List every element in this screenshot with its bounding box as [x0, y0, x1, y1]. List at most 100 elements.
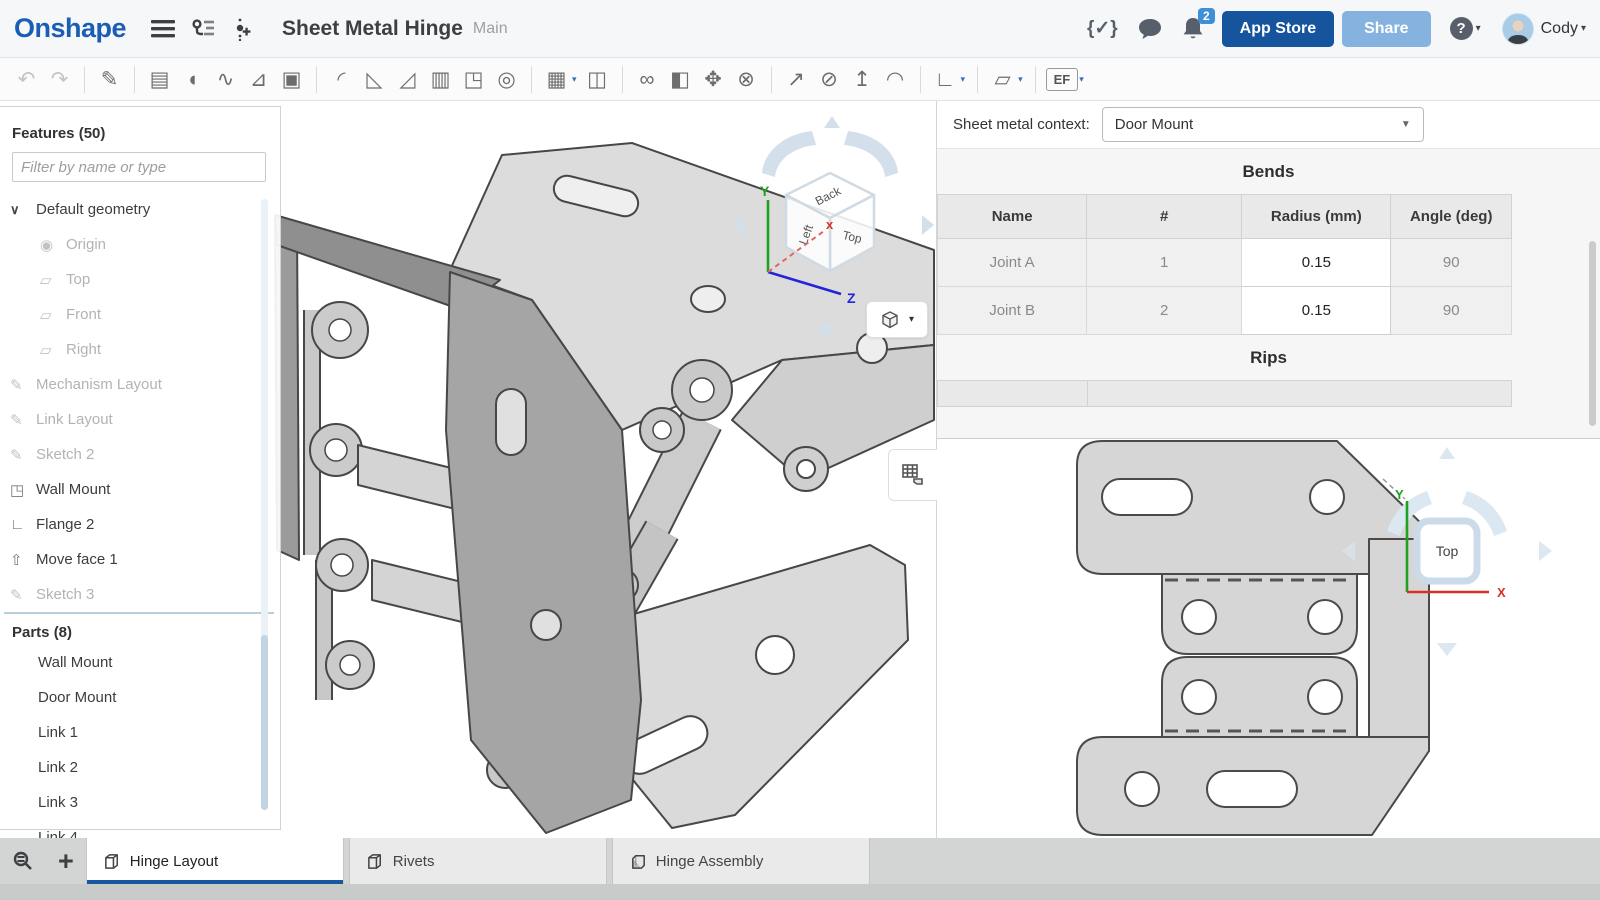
feature-type-icon: ✎ — [10, 376, 36, 394]
part-studio-icon — [366, 852, 385, 871]
part-item[interactable]: Wall Mount — [0, 645, 280, 680]
bend-radius-input[interactable]: 0.15 — [1242, 287, 1391, 335]
flat-pattern-toggle-button[interactable] — [888, 449, 937, 501]
user-avatar[interactable] — [1502, 13, 1534, 45]
part-item[interactable]: Door Mount — [0, 680, 280, 715]
chevron-down-icon[interactable]: ▾ — [961, 74, 966, 85]
feature-tree: ∨ Default geometry ◉ Origin ▱ Top — [0, 192, 280, 612]
feature-type-icon: ∨ — [10, 202, 36, 218]
custom-feature-ef-button[interactable]: EF — [1046, 68, 1079, 91]
comments-icon[interactable] — [1137, 17, 1163, 41]
share-button[interactable]: Share — [1342, 11, 1430, 47]
panel-scrollbar-thumb[interactable] — [1589, 241, 1596, 426]
part-item[interactable]: Link 2 — [0, 750, 280, 785]
app-header: Onshape Sheet Metal Hinge Main {✓} 2 App… — [0, 0, 1600, 58]
axis-x-label: X — [1497, 585, 1506, 600]
mirror-icon[interactable]: ◫ — [581, 69, 614, 90]
sheet-metal-context-select[interactable]: Door Mount ▼ — [1102, 107, 1424, 142]
toolbar-divider — [622, 66, 623, 93]
sketch-icon[interactable]: ✎ — [93, 69, 126, 90]
table-row: Joint B 2 0.15 90 — [938, 287, 1512, 335]
onshape-logo[interactable]: Onshape — [14, 13, 126, 44]
featurescript-icon[interactable]: {✓} — [1087, 17, 1118, 40]
shell-icon[interactable]: ◳ — [457, 69, 490, 90]
delete-part-icon[interactable]: ⊗ — [730, 69, 763, 90]
search-tabs-icon[interactable] — [12, 849, 40, 873]
linear-pattern-icon[interactable]: ▦ — [540, 69, 573, 90]
parts-scrollbar-thumb[interactable] — [261, 635, 268, 810]
fillet-icon[interactable]: ◜ — [325, 69, 358, 90]
bends-col-radius: Radius (mm) — [1242, 195, 1391, 239]
sweep-icon[interactable]: ∿ — [209, 69, 242, 90]
chevron-down-icon[interactable]: ▾ — [1079, 74, 1084, 85]
feature-move-face-1[interactable]: ⇧ Move face 1 — [0, 542, 280, 577]
extrude-icon[interactable]: ▤ — [143, 69, 176, 90]
loft-icon[interactable]: ⊿ — [242, 69, 275, 90]
view-options-button[interactable]: ▾ — [866, 301, 928, 338]
delete-face-icon[interactable]: ⊘ — [813, 69, 846, 90]
feature-plane-front[interactable]: ▱ Front — [0, 297, 280, 332]
feature-default-geometry[interactable]: ∨ Default geometry — [0, 192, 280, 227]
feature-flange-2[interactable]: ∟ Flange 2 — [0, 507, 280, 542]
hole-icon[interactable]: ◎ — [490, 69, 523, 90]
feature-filter-input[interactable] — [12, 152, 266, 182]
feature-link-layout[interactable]: ✎ Link Layout — [0, 402, 280, 437]
rib-icon[interactable]: ▥ — [424, 69, 457, 90]
feature-type-icon: ✎ — [10, 586, 36, 604]
main-menu-icon[interactable] — [146, 12, 180, 46]
tab-rivets[interactable]: Rivets — [349, 838, 607, 884]
help-icon[interactable]: ? — [1450, 17, 1473, 40]
bend-radius-input[interactable]: 0.15 — [1242, 239, 1391, 287]
flat-pattern-grid-icon — [900, 462, 926, 488]
rollback-bar[interactable] — [4, 612, 274, 614]
insert-new-element-icon[interactable] — [226, 12, 260, 46]
add-tab-button[interactable]: + — [58, 848, 74, 875]
feature-sketch-2[interactable]: ✎ Sketch 2 — [0, 437, 280, 472]
tab-hinge-layout[interactable]: Hinge Layout — [86, 838, 344, 884]
revolve-icon[interactable]: ◖ — [176, 69, 209, 90]
chamfer-icon[interactable]: ◺ — [358, 69, 391, 90]
feature-origin[interactable]: ◉ Origin — [0, 227, 280, 262]
thicken-icon[interactable]: ▣ — [275, 69, 308, 90]
user-menu[interactable]: Cody — [1541, 20, 1578, 38]
replace-face-icon[interactable]: ↥ — [846, 69, 879, 90]
app-store-button[interactable]: App Store — [1222, 11, 1334, 47]
part-item[interactable]: Link 3 — [0, 785, 280, 820]
sheet-metal-context-label: Sheet metal context: — [953, 116, 1090, 133]
draft-icon[interactable]: ◿ — [391, 69, 424, 90]
workspace-name[interactable]: Main — [473, 20, 508, 38]
flat-pattern-view[interactable]: Top Y X — [937, 438, 1600, 840]
tab-hinge-assembly[interactable]: Hinge Assembly — [612, 838, 870, 884]
redo-icon[interactable]: ↷ — [43, 69, 76, 90]
modify-fillet-icon[interactable]: ◠ — [879, 69, 912, 90]
move-face-icon[interactable]: ↗ — [780, 69, 813, 90]
feature-scrollbar-track[interactable] — [261, 199, 268, 699]
feature-plane-right[interactable]: ▱ Right — [0, 332, 280, 367]
transform-icon[interactable]: ✥ — [697, 69, 730, 90]
axis-z-label: Z — [847, 290, 856, 306]
sheet-metal-model-icon[interactable]: ▱ — [986, 69, 1019, 90]
feature-plane-top[interactable]: ▱ Top — [0, 262, 280, 297]
split-icon[interactable]: ◧ — [664, 69, 697, 90]
feature-type-icon: ⇧ — [10, 551, 36, 569]
axis-y-label: Y — [1395, 487, 1404, 502]
chevron-down-icon[interactable]: ▾ — [1018, 74, 1023, 85]
chevron-down-icon[interactable]: ▾ — [572, 74, 577, 85]
versions-history-icon[interactable] — [186, 12, 220, 46]
help-menu[interactable]: ? ▾ — [1450, 17, 1481, 40]
boolean-icon[interactable]: ∞ — [631, 69, 664, 90]
flat-cube-label: Top — [1436, 543, 1459, 559]
part-item[interactable]: Link 1 — [0, 715, 280, 750]
notifications-bell-icon[interactable]: 2 — [1181, 16, 1205, 42]
feature-sketch-3[interactable]: ✎ Sketch 3 — [0, 577, 280, 612]
feature-type-icon: ∟ — [10, 516, 36, 533]
axis-y-label: Y — [760, 183, 770, 199]
undo-icon[interactable]: ↶ — [10, 69, 43, 90]
parts-list: Wall Mount Door Mount Link 1 Link 2 Link… — [0, 645, 280, 855]
feature-mechanism-layout[interactable]: ✎ Mechanism Layout — [0, 367, 280, 402]
feature-wall-mount[interactable]: ◳ Wall Mount — [0, 472, 280, 507]
sheet-metal-flange-icon[interactable]: ∟ — [929, 69, 962, 90]
flat-pattern-drawing[interactable]: Top Y X — [937, 439, 1600, 840]
bend-count-cell: 1 — [1087, 239, 1242, 287]
toolbar-divider — [134, 66, 135, 93]
